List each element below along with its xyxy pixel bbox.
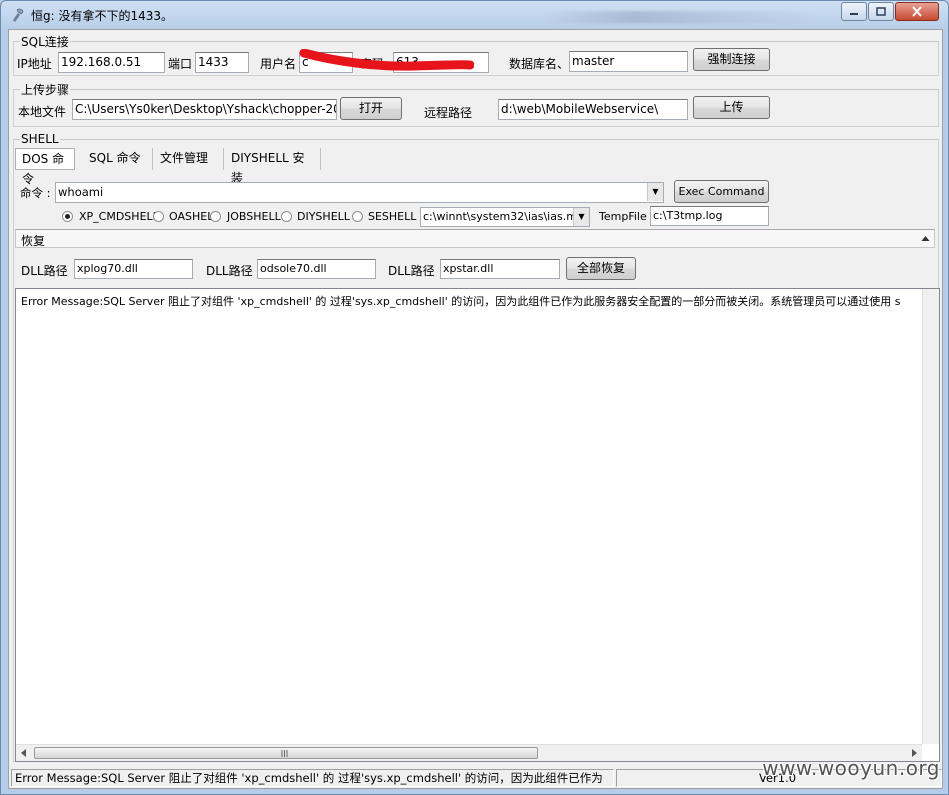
tab-sql-command[interactable]: SQL 命令 — [83, 148, 153, 170]
radio-oashell[interactable] — [153, 211, 164, 222]
tab-diyshell-install[interactable]: DIYSHELL 安装 — [225, 148, 321, 185]
close-button[interactable] — [895, 2, 939, 21]
sql-connection-legend: SQL连接 — [21, 35, 69, 49]
title-bar: 恒g: 没有拿不下的1433。 — [1, 1, 948, 29]
radio-xp-cmdshell-label: XP_CMDSHELL — [79, 210, 159, 223]
tab-file-manager[interactable]: 文件管理 — [154, 148, 224, 170]
dll-path-label-1: DLL路径 — [21, 264, 68, 278]
upload-button[interactable]: 上传 — [693, 96, 770, 119]
force-connect-button[interactable]: 强制连接 — [693, 48, 770, 71]
radio-diyshell-label: DIYSHELL — [297, 210, 350, 223]
restore-title: 恢复 — [21, 234, 46, 248]
path-select[interactable]: c:\winnt\system32\ias\ias.mdb ▼ — [420, 207, 590, 227]
radio-jobshell[interactable] — [210, 211, 221, 222]
exec-command-button[interactable]: Exec Command — [674, 180, 769, 203]
dll-path-input-2[interactable]: odsole70.dll — [257, 259, 376, 279]
local-file-label: 本地文件 — [18, 105, 67, 119]
port-input[interactable]: 1433 — [195, 52, 249, 73]
client-area: SQL连接 IP地址 192.168.0.51 端口 1433 用户名 c 密码… — [8, 29, 943, 789]
minimize-button[interactable] — [841, 2, 867, 21]
dll-path-label-2: DLL路径 — [206, 264, 253, 278]
tempfile-label: TempFile — [599, 210, 647, 223]
horizontal-scroll-thumb[interactable] — [34, 747, 538, 759]
tab-dos-command[interactable]: DOS 命令 — [15, 148, 75, 186]
port-label: 端口 — [168, 57, 193, 71]
restore-all-button[interactable]: 全部恢复 — [566, 257, 636, 280]
chevron-down-icon[interactable]: ▼ — [573, 208, 589, 226]
app-window: 恒g: 没有拿不下的1433。 SQL连接 IP地址 192.168.0.51 … — [0, 0, 949, 795]
username-label: 用户名 — [260, 57, 297, 71]
open-button[interactable]: 打开 — [340, 97, 402, 120]
output-textarea[interactable]: Error Message:SQL Server 阻止了对组件 'xp_cmds… — [15, 288, 940, 762]
password-input[interactable]: 613 — [393, 52, 489, 73]
radio-seshell[interactable] — [352, 211, 363, 222]
vertical-scrollbar[interactable] — [922, 289, 939, 744]
command-value: whoami — [58, 185, 104, 199]
collapse-up-icon[interactable] — [921, 235, 930, 242]
scroll-left-icon[interactable] — [20, 749, 27, 757]
command-input[interactable]: whoami ▼ — [55, 182, 664, 203]
maximize-icon — [876, 7, 886, 16]
database-label: 数据库名、 — [509, 57, 570, 71]
dll-path-input-3[interactable]: xpstar.dll — [440, 259, 560, 279]
ip-input[interactable]: 192.168.0.51 — [58, 52, 165, 73]
tempfile-input[interactable]: c:\T3tmp.log — [650, 206, 769, 226]
password-label: 密码 — [360, 57, 385, 71]
upload-legend: 上传步骤 — [21, 83, 70, 97]
watermark: www.wooyun.org — [762, 756, 940, 780]
close-icon — [912, 6, 922, 17]
username-input[interactable]: c — [299, 52, 353, 73]
radio-jobshell-label: JOBSHELL — [227, 210, 281, 223]
chevron-down-icon[interactable]: ▼ — [647, 183, 663, 201]
remote-path-label: 远程路径 — [424, 106, 473, 120]
maximize-button[interactable] — [868, 2, 894, 21]
path-select-value: c:\winnt\system32\ias\ias.mdb — [423, 210, 590, 223]
command-label: 命令 : — [20, 186, 51, 200]
ip-label: IP地址 — [17, 57, 52, 71]
radio-xp-cmdshell[interactable] — [62, 211, 73, 222]
output-text: Error Message:SQL Server 阻止了对组件 'xp_cmds… — [21, 295, 901, 308]
restore-header[interactable]: 恢复 — [15, 229, 935, 248]
local-file-input[interactable]: C:\Users\Ys0ker\Desktop\Yshack\chopper-2… — [72, 99, 337, 120]
dll-path-label-3: DLL路径 — [388, 264, 435, 278]
window-title: 恒g: 没有拿不下的1433。 — [31, 9, 174, 23]
minimize-icon — [850, 12, 858, 15]
shell-legend: SHELL — [21, 132, 59, 146]
database-input[interactable]: master — [569, 51, 688, 72]
blurred-background-title — [541, 11, 821, 23]
radio-seshell-label: SESHELL — [368, 210, 417, 223]
radio-diyshell[interactable] — [281, 211, 292, 222]
remote-path-input[interactable]: d:\web\MobileWebservice\ — [498, 99, 688, 120]
grip-icon — [281, 750, 288, 757]
dll-path-input-1[interactable]: xplog70.dll — [74, 259, 193, 279]
status-message: Error Message:SQL Server 阻止了对组件 'xp_cmds… — [11, 769, 614, 787]
app-icon — [13, 8, 24, 22]
